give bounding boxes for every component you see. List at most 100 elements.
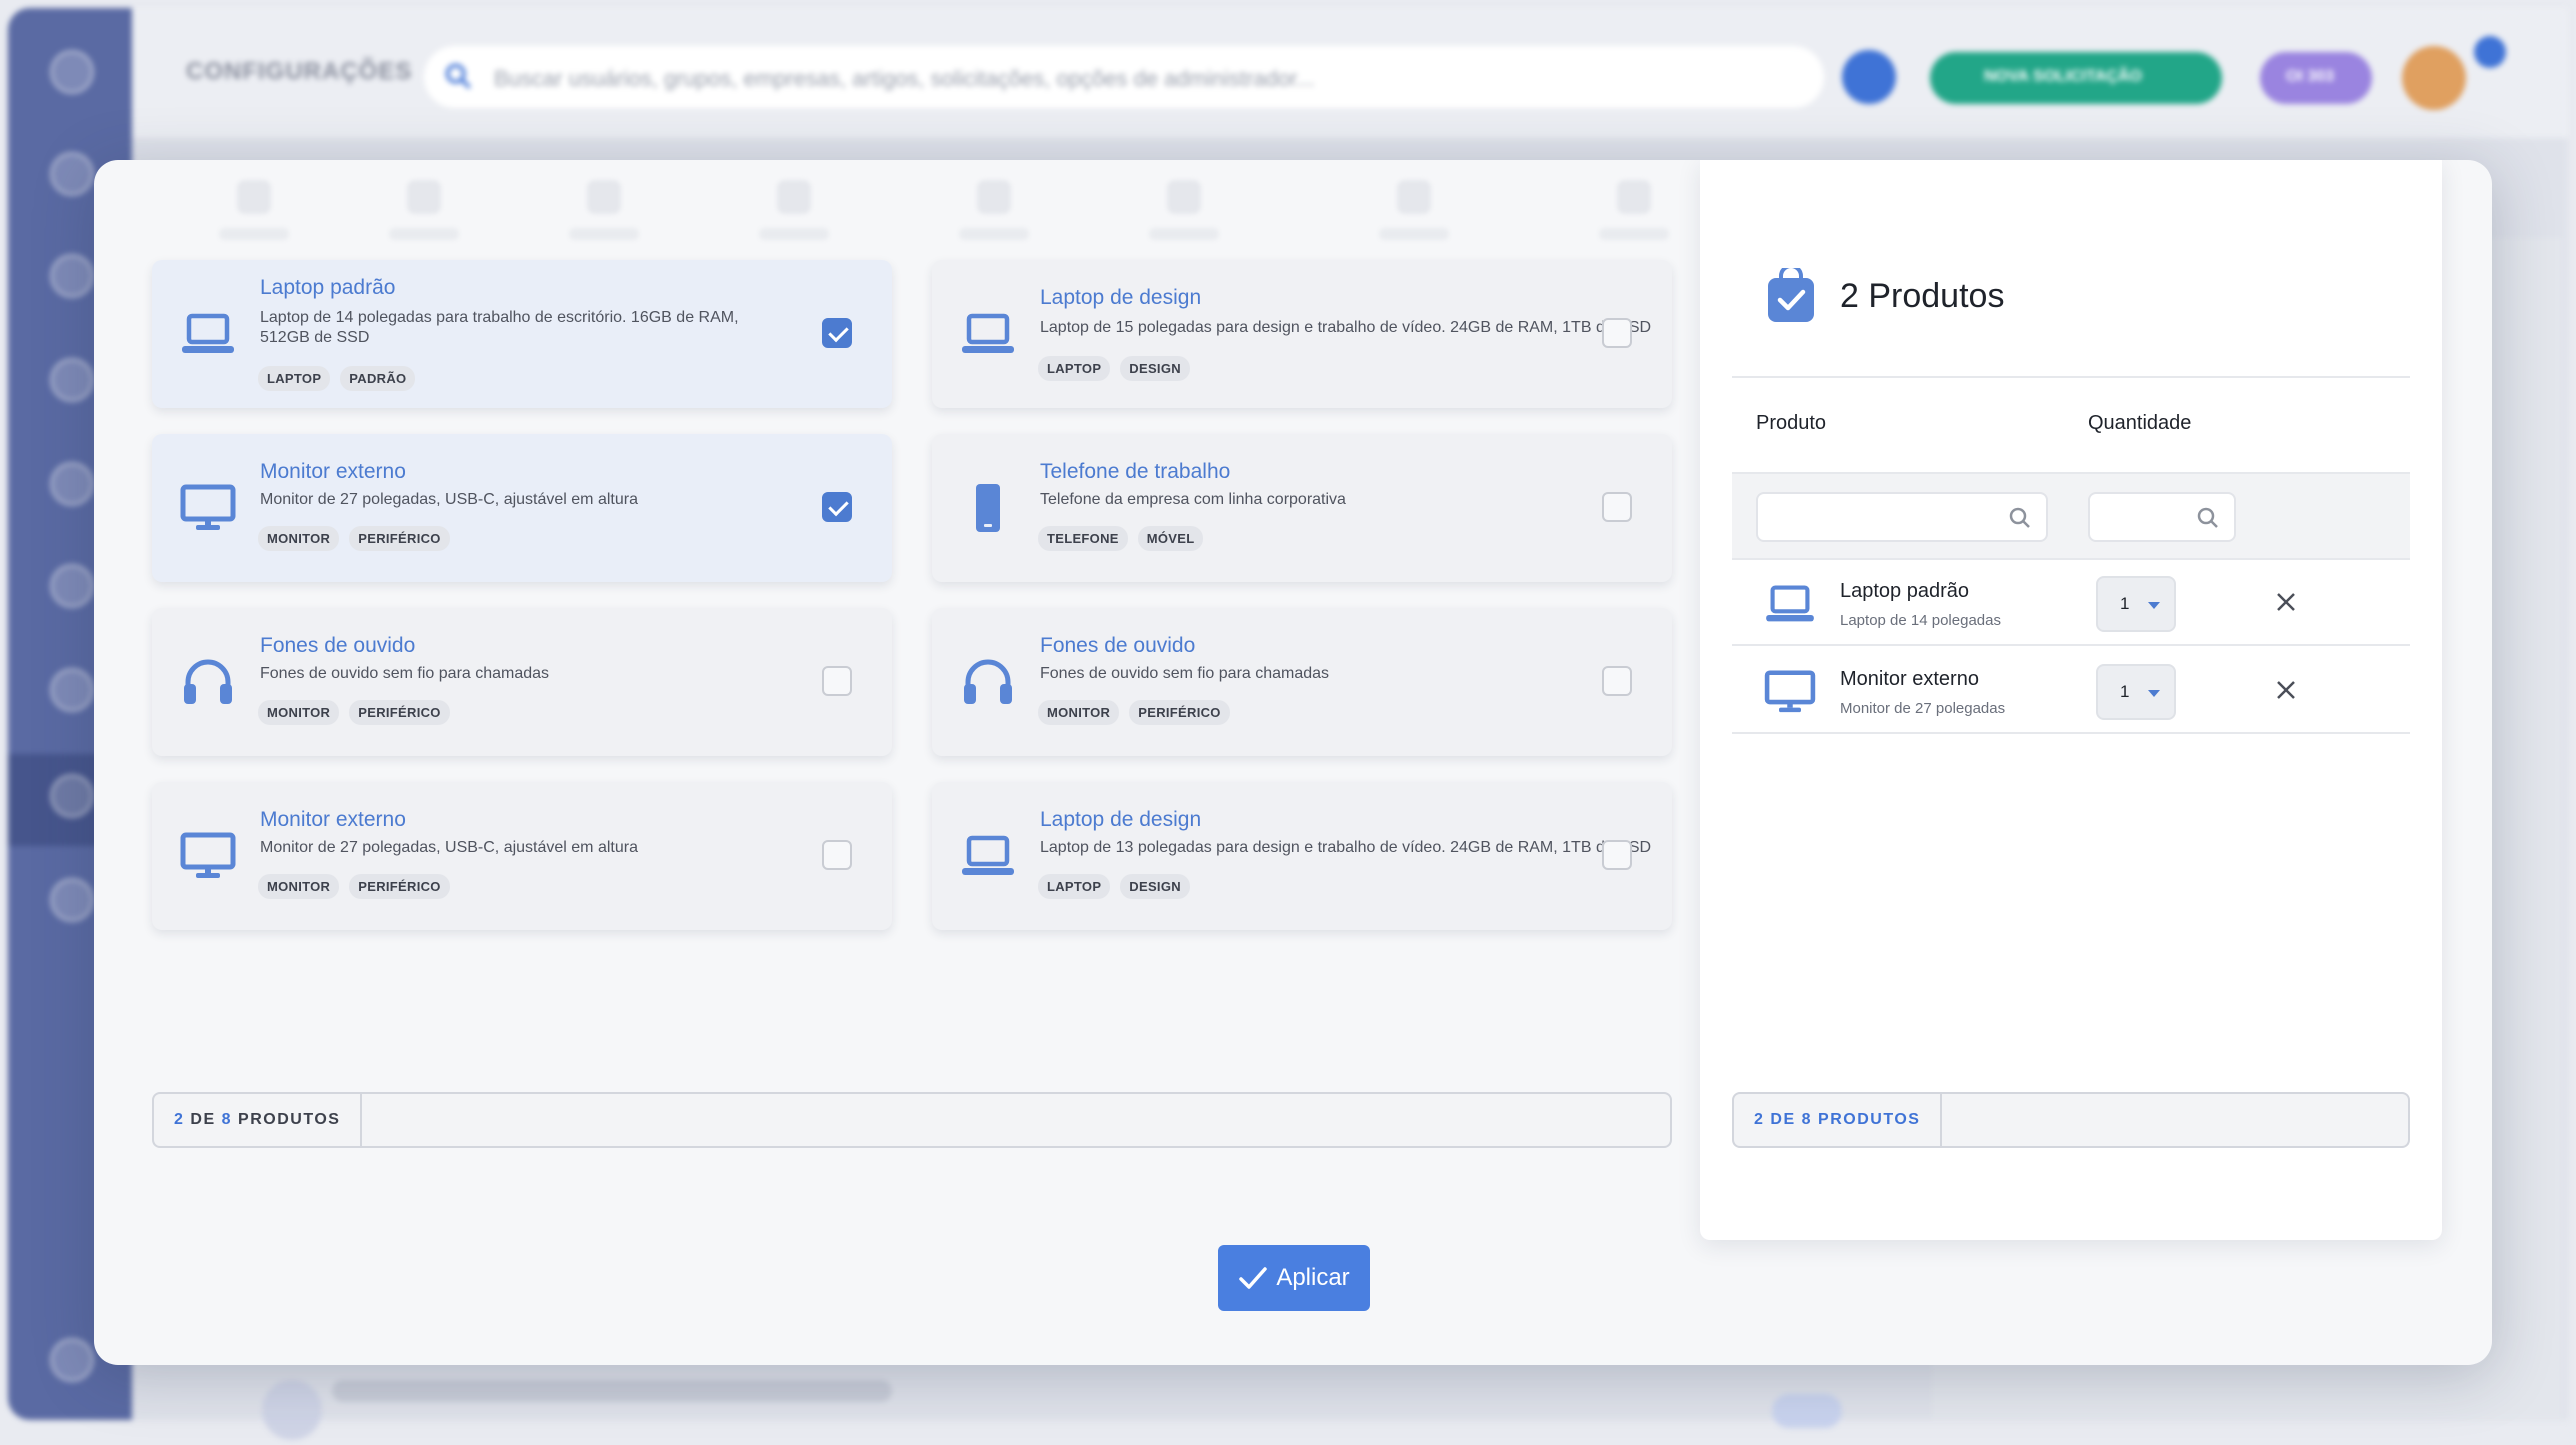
sidebar-inbox-icon [50,152,94,196]
search-icon [2009,507,2030,528]
product-tag: PERIFÉRICO [349,700,450,725]
product-title: Telefone de trabalho [1040,460,1231,483]
laptop-icon [960,310,1016,358]
catalog-pagination-bar: 2 DE 8 PRODUTOS [152,1092,1672,1148]
product-card[interactable]: Telefone de trabalho Telefone da empresa… [932,434,1672,582]
product-tags: LAPTOP DESIGN [1038,356,1190,381]
sidebar-brand-icon [50,1338,94,1382]
sidebar-book-icon [50,462,94,506]
product-tag: PADRÃO [340,366,416,391]
product-tags: TELEFONE MÓVEL [1038,526,1204,551]
count-unit: PRODUTOS [1818,1111,1921,1128]
product-tags: MONITOR PERIFÉRICO [258,526,450,551]
search-icon [2197,507,2218,528]
avatar-badge [2474,36,2506,68]
sidebar-chart-icon [50,564,94,608]
product-tag: LAPTOP [258,366,331,391]
product-description: Fones de ouvido sem fio para chamadas [260,665,550,682]
count-of: DE [190,1111,216,1128]
quantity-select[interactable]: 1 [2096,576,2176,632]
bg-toggle [1772,1394,1842,1428]
product-checkbox[interactable] [822,666,852,696]
search-icon [445,63,471,89]
product-checkbox[interactable] [1602,318,1632,348]
product-card[interactable]: Fones de ouvido Fones de ouvido sem fio … [932,608,1672,756]
sidebar-pie-icon [50,668,94,712]
cart-item-name: Monitor externo [1840,668,1979,690]
product-tags: LAPTOP DESIGN [1038,874,1190,899]
product-tags: MONITOR PERIFÉRICO [258,700,450,725]
product-tags: LAPTOP PADRÃO [258,366,416,391]
product-checkbox[interactable] [822,318,852,348]
cart-row: Laptop padrão Laptop de 14 polegadas 1 [1732,560,2410,646]
shopping-bag-check-icon [1768,268,1814,322]
product-checkbox[interactable] [822,840,852,870]
product-tag: MONITOR [258,526,340,551]
product-title: Laptop de design [1040,808,1202,831]
product-tag: MONITOR [1038,700,1120,725]
product-card[interactable]: Laptop de design Laptop de 15 polegadas … [932,260,1672,408]
product-title: Laptop de design [1040,286,1202,309]
product-tag: PERIFÉRICO [349,874,450,899]
avatar [2402,46,2466,110]
app-search: Buscar usuários, grupos, empresas, artig… [424,46,1824,108]
product-filter-input[interactable] [1756,492,2048,542]
column-header-quantity: Quantidade [2088,412,2192,434]
product-checkbox[interactable] [1602,666,1632,696]
close-icon[interactable] [2270,674,2302,706]
product-card[interactable]: Fones de ouvido Fones de ouvido sem fio … [152,608,892,756]
bell-icon [1842,50,1896,104]
selected-products-panel: 2 Produtos Produto Quantidade Laptop pad… [1700,160,2442,1240]
product-card[interactable]: Laptop padrão Laptop de 14 polegadas par… [152,260,892,408]
headphones-icon [960,658,1016,706]
ghost-col [194,180,314,240]
cart-pagination-bar: 2 DE 8 PRODUTOS [1732,1092,2410,1148]
product-tags: MONITOR PERIFÉRICO [258,874,450,899]
product-tag: LAPTOP [1038,356,1111,381]
quantity-value: 1 [2120,682,2130,701]
ghost-col [934,180,1054,240]
product-checkbox[interactable] [1602,492,1632,522]
product-tag: LAPTOP [1038,874,1111,899]
product-card[interactable]: Monitor externo Monitor de 27 polegadas,… [152,782,892,930]
laptop-icon [180,310,236,358]
product-selector-modal: Laptop padrão Laptop de 14 polegadas par… [94,160,2492,1365]
total-count: 8 [221,1111,233,1128]
product-tag: DESIGN [1120,874,1190,899]
quantity-value: 1 [2120,594,2130,613]
product-checkbox[interactable] [1602,840,1632,870]
close-icon[interactable] [2270,586,2302,618]
divider [1732,376,2410,378]
app-title: CONFIGURAÇÕES [186,58,413,85]
apply-label: Aplicar [1276,1264,1350,1291]
sidebar-gear-icon [50,774,94,818]
product-tag: PERIFÉRICO [1129,700,1230,725]
product-tag: TELEFONE [1038,526,1128,551]
product-card[interactable]: Laptop de design Laptop de 13 polegadas … [932,782,1672,930]
product-tag: MONITOR [258,700,340,725]
product-checkbox[interactable] [822,492,852,522]
product-title: Monitor externo [260,808,406,831]
apply-button[interactable]: Aplicar [1218,1245,1370,1311]
sidebar-logo-icon [50,50,94,94]
bg-item-title [332,1380,892,1402]
catalog-count: 2 DE 8 PRODUTOS [154,1094,363,1146]
quantity-filter-input[interactable] [2088,492,2236,542]
product-description: Laptop de 15 polegadas para design e tra… [1040,319,1652,336]
bg-item-icon [262,1380,322,1440]
ghost-col [364,180,484,240]
cart-item-subtitle: Monitor de 27 polegadas [1840,700,2006,717]
selected-count: 2 [1754,1111,1765,1128]
quantity-select[interactable]: 1 [2096,664,2176,720]
product-description: Laptop de 14 polegadas para trabalho de … [260,309,739,346]
filter-row [1732,472,2410,560]
cart-row: Monitor externo Monitor de 27 polegadas … [1732,648,2410,734]
product-tag: PERIFÉRICO [349,526,450,551]
product-title: Monitor externo [260,460,406,483]
product-title: Laptop padrão [260,276,396,299]
product-card[interactable]: Monitor externo Monitor de 27 polegadas,… [152,434,892,582]
sidebar-globe-icon [50,358,94,402]
chevron-down-icon [2148,602,2160,609]
sidebar-more-icon [50,878,94,922]
product-tags: MONITOR PERIFÉRICO [1038,700,1230,725]
